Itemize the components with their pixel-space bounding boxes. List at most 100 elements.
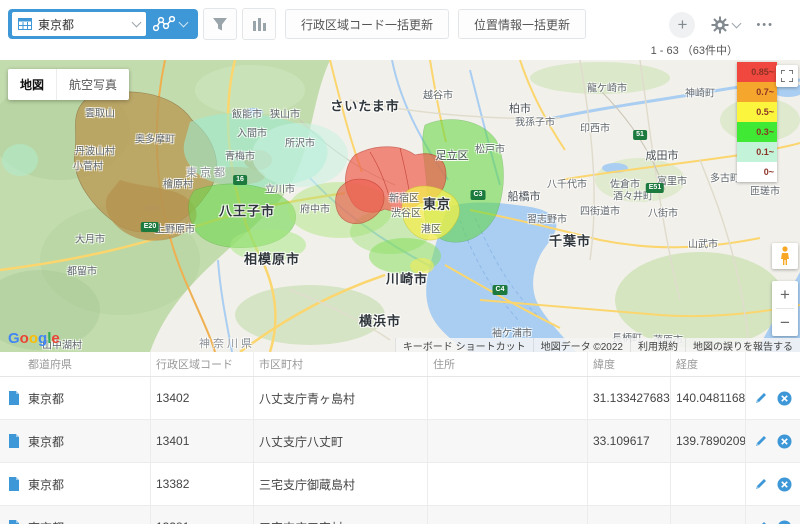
- cell-admin-code: 13382: [150, 463, 253, 505]
- map-place-label: 匝瑳市: [750, 186, 780, 198]
- cell-prefecture: 東京都: [28, 477, 65, 492]
- pencil-icon: [762, 522, 766, 524]
- map-place-label: 立川市: [265, 184, 295, 196]
- record-document-icon[interactable]: [8, 520, 20, 524]
- table-view-icon: [18, 18, 32, 30]
- cell-longitude: [670, 506, 745, 524]
- route-shield: C3: [470, 190, 486, 200]
- fullscreen-button[interactable]: [776, 65, 798, 87]
- remove-location-button[interactable]: [777, 434, 792, 449]
- gear-icon: [711, 16, 729, 34]
- map-place-label: 松戸市: [475, 144, 505, 156]
- record-document-icon[interactable]: [8, 434, 20, 448]
- cell-longitude: [670, 463, 745, 505]
- scatter-chart-icon: [153, 15, 175, 32]
- edit-record-button[interactable]: [754, 391, 768, 405]
- fullscreen-icon: [781, 70, 793, 82]
- edit-record-button[interactable]: [754, 434, 768, 448]
- google-logo-letter: o: [28, 330, 39, 347]
- map-attribution: キーボード ショートカット 地図データ ©2022 利用規約 地図の誤りを報告する: [394, 338, 800, 352]
- table-body: 東京都 13402 八丈支庁青ヶ島村 31.133427683… 140.048…: [0, 377, 800, 524]
- legend-row: 0~: [737, 162, 777, 182]
- record-document-icon[interactable]: [8, 391, 20, 405]
- header-icon-spacer: [0, 352, 28, 376]
- map-type-map-button[interactable]: 地図: [8, 69, 56, 100]
- add-record-button[interactable]: +: [669, 12, 696, 38]
- map-place-label: 相模原市: [243, 251, 301, 267]
- map-place-label: 青梅市: [225, 151, 255, 163]
- map-place-label: 東京都: [186, 167, 228, 179]
- cell-admin-code: 13402: [150, 377, 253, 419]
- filter-button[interactable]: [203, 8, 237, 40]
- legend-row: 0.5~: [737, 102, 777, 122]
- attribution-link[interactable]: キーボード ショートカット: [394, 338, 533, 352]
- route-shield: E51: [645, 183, 665, 193]
- remove-location-button[interactable]: [777, 391, 792, 406]
- map-view-button[interactable]: [146, 15, 194, 33]
- map-place-label: 奥多摩町: [135, 134, 175, 146]
- map-place-label: 上野原市: [155, 224, 195, 236]
- legend-row: 0.3~: [737, 122, 777, 142]
- col-header-longitude: 経度: [670, 352, 745, 376]
- zoom-out-button[interactable]: −: [772, 309, 798, 336]
- map-place-label: 所沢市: [285, 138, 315, 150]
- street-view-pegman[interactable]: [772, 243, 798, 269]
- col-header-admin-code: 行政区域コード: [150, 352, 253, 376]
- map-canvas[interactable]: 雲取山 奥多摩町 丹波山村 小菅村 檜原村 東京都 青梅市 飯能市 狭山市 入間…: [0, 60, 800, 352]
- map-place-label: 習志野市: [527, 214, 567, 226]
- view-select[interactable]: 東京都: [12, 12, 146, 36]
- more-options-button[interactable]: •••: [756, 19, 774, 31]
- map-place-label: 神崎町: [685, 88, 715, 100]
- circle-x-icon: [777, 391, 792, 405]
- view-select-value: 東京都: [38, 17, 75, 32]
- cell-longitude: 140.04811681…: [670, 377, 745, 419]
- attribution-link[interactable]: 利用規約: [630, 338, 685, 352]
- map-place-label: 船橋市: [507, 191, 541, 203]
- record-document-icon[interactable]: [8, 477, 20, 491]
- google-logo-letter: o: [19, 330, 29, 347]
- edit-record-button[interactable]: [754, 477, 768, 491]
- chart-button[interactable]: [242, 8, 276, 40]
- chevron-down-icon: [731, 18, 742, 29]
- bulk-update-code-button[interactable]: 行政区域コード一括更新: [285, 9, 450, 39]
- cell-municipality: 八丈支庁八丈町: [253, 420, 427, 462]
- remove-location-button[interactable]: [777, 520, 792, 524]
- map-place-label: 港区: [421, 224, 441, 236]
- map-place-label: さいたま市: [330, 98, 400, 114]
- route-shield: 51: [633, 130, 647, 140]
- table-row: 東京都 13401 八丈支庁八丈町 33.109617 139.7890209: [0, 420, 800, 463]
- remove-location-button[interactable]: [777, 477, 792, 492]
- map-place-label: 山武市: [688, 239, 718, 251]
- heatmap-legend: 0.85~ 0.7~ 0.5~ 0.3~ 0.1~ 0~: [737, 62, 777, 182]
- cell-longitude: 139.7890209: [670, 420, 745, 462]
- view-switcher-group: 東京都: [8, 9, 198, 39]
- attribution-link[interactable]: 地図データ ©2022: [532, 338, 630, 352]
- cell-address: [427, 420, 587, 462]
- attribution-link[interactable]: 地図の誤りを報告する: [685, 338, 800, 352]
- app-window: 東京都 行政区域コード一括更新 位置情報一括更新 + ••• 1 - 63 （6…: [0, 0, 800, 524]
- map-place-label: 八街市: [648, 208, 678, 220]
- cell-admin-code: 13401: [150, 420, 253, 462]
- map-place-label: 多古町: [710, 173, 740, 185]
- map-place-label: 四街道市: [580, 206, 620, 218]
- map-place-label: 入間市: [237, 128, 267, 140]
- map-place-label: 川崎市: [385, 271, 429, 287]
- zoom-control: + −: [772, 281, 798, 336]
- map-place-label: 八王子市: [218, 203, 276, 219]
- edit-record-button[interactable]: [754, 520, 768, 524]
- col-header-prefecture: 都道府県: [28, 359, 72, 371]
- map-type-satellite-button[interactable]: 航空写真: [56, 69, 129, 100]
- bulk-update-location-button[interactable]: 位置情報一括更新: [458, 9, 587, 39]
- table-header-row: 都道府県 行政区域コード 市区町村 住所 緯度 経度: [0, 352, 800, 377]
- route-shield: 16: [233, 175, 247, 185]
- table-row: 東京都 13381 三宅支庁三宅村: [0, 506, 800, 524]
- filter-funnel-icon: [213, 17, 227, 30]
- map-place-label: 八千代市: [547, 179, 587, 191]
- zoom-in-button[interactable]: +: [772, 281, 798, 308]
- col-header-actions: [745, 352, 800, 376]
- map-place-label: 東京: [422, 196, 452, 212]
- records-table: 都道府県 行政区域コード 市区町村 住所 緯度 経度 東京都 13402 八丈支…: [0, 352, 800, 524]
- settings-button[interactable]: [711, 16, 742, 34]
- col-header-municipality: 市区町村: [253, 352, 427, 376]
- pencil-icon: [756, 436, 766, 446]
